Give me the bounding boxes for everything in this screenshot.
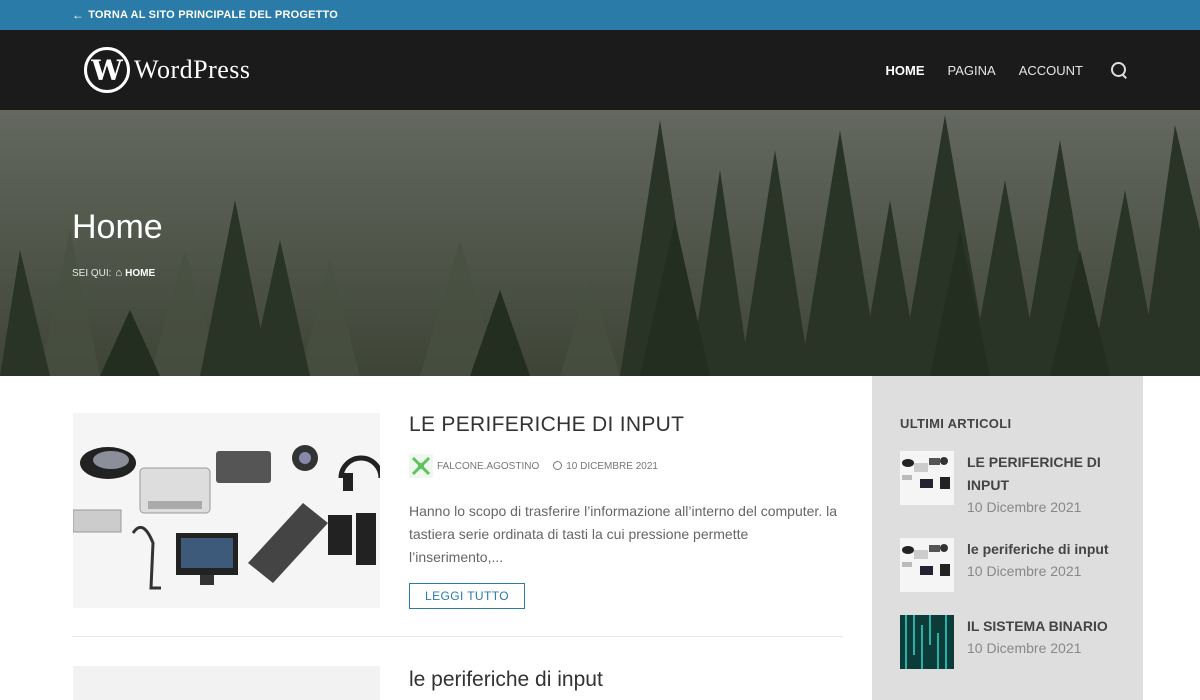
hero-banner: Home SEI QUI: ⌂ HOME	[0, 110, 1200, 376]
list-item[interactable]: le periferiche di input 10 Dicembre 2021	[900, 538, 1115, 592]
arrow-left-icon[interactable]: ←	[72, 8, 84, 22]
post-title[interactable]: LE PERIFERICHE DI INPUT	[409, 413, 841, 437]
page-title: Home	[72, 208, 163, 246]
post-thumbnail[interactable]	[73, 413, 380, 608]
top-bar: ← TORNA AL SITO PRINCIPALE DEL PROGETTO	[0, 0, 1200, 30]
speaker-shape	[328, 515, 352, 555]
search-icon[interactable]	[1110, 61, 1128, 79]
recent-post-date: 10 Dicembre 2021	[967, 499, 1082, 515]
breadcrumb-current: HOME	[125, 267, 156, 279]
nav-item-pagina[interactable]: PAGINA	[948, 63, 996, 78]
fax-shape	[216, 451, 271, 483]
author-name: FALCONE.AGOSTINO	[437, 460, 540, 472]
widget-title: ULTIMI ARTICOLI	[900, 416, 1012, 431]
wordpress-logo-icon: W	[84, 47, 130, 93]
post-excerpt: Hanno lo scopo di trasferire l’informazi…	[409, 503, 837, 565]
back-to-main-site-link[interactable]: TORNA AL SITO PRINCIPALE DEL PROGETTO	[88, 9, 338, 21]
list-item[interactable]: IL SISTEMA BINARIO 10 Dicembre 2021	[900, 615, 1115, 669]
nav-item-home[interactable]: HOME	[886, 63, 925, 78]
breadcrumb-prefix: SEI QUI:	[72, 267, 112, 279]
logo-text: WordPress	[134, 55, 251, 84]
recent-posts-list: LE PERIFERICHE DI INPUT 10 Dicembre 2021	[900, 451, 1115, 669]
clock-icon	[553, 461, 563, 470]
recent-post-thumbnail[interactable]	[900, 538, 954, 592]
list-item[interactable]: LE PERIFERICHE DI INPUT 10 Dicembre 2021	[900, 451, 1115, 515]
read-more-button[interactable]: LEGGI TUTTO	[409, 583, 525, 609]
hero-overlay	[0, 110, 1200, 376]
post-title[interactable]: le periferiche di input	[409, 668, 603, 692]
site-logo[interactable]: W WordPress	[84, 47, 251, 93]
recent-post-date: 10 Dicembre 2021	[967, 640, 1082, 656]
recent-post-date: 10 Dicembre 2021	[967, 563, 1082, 579]
site-header: W WordPress HOME PAGINA ACCOUNT	[0, 30, 1200, 110]
breadcrumb: SEI QUI: ⌂ HOME	[72, 267, 155, 279]
author-avatar	[409, 454, 433, 478]
nav-item-account[interactable]: ACCOUNT	[1019, 63, 1083, 78]
post-date: 10 DICEMBRE 2021	[553, 460, 658, 472]
post-thumbnail[interactable]	[73, 666, 380, 700]
home-icon: ⌂	[115, 267, 123, 279]
keyboard-shape	[73, 509, 122, 533]
recent-post-thumbnail[interactable]	[900, 615, 954, 669]
sidebar: ULTIMI ARTICOLI LE PERIFERICHE DI INPUT …	[872, 376, 1143, 700]
post-body: LE PERIFERICHE DI INPUT FALCONE.AGOSTINO	[409, 413, 841, 609]
post-item: LE PERIFERICHE DI INPUT FALCONE.AGOSTINO	[72, 376, 843, 637]
post-meta: FALCONE.AGOSTINO 10 DICEMBRE 2021	[409, 454, 841, 478]
main-area: LE PERIFERICHE DI INPUT FALCONE.AGOSTINO	[0, 376, 1200, 700]
recent-post-thumbnail[interactable]	[900, 451, 954, 505]
main-nav: HOME PAGINA ACCOUNT	[886, 61, 1128, 79]
post-divider	[72, 636, 843, 637]
recent-post-title[interactable]: LE PERIFERICHE DI INPUT	[967, 451, 1115, 497]
peripherals-image	[73, 413, 380, 608]
breadcrumb-home[interactable]: ⌂ HOME	[115, 267, 155, 279]
posts-list: LE PERIFERICHE DI INPUT FALCONE.AGOSTINO	[72, 376, 843, 700]
post-author[interactable]: FALCONE.AGOSTINO	[409, 454, 539, 478]
recent-post-title[interactable]: le periferiche di input	[967, 538, 1109, 561]
post-date-text: 10 DICEMBRE 2021	[566, 461, 658, 472]
recent-post-title[interactable]: IL SISTEMA BINARIO	[967, 615, 1108, 638]
